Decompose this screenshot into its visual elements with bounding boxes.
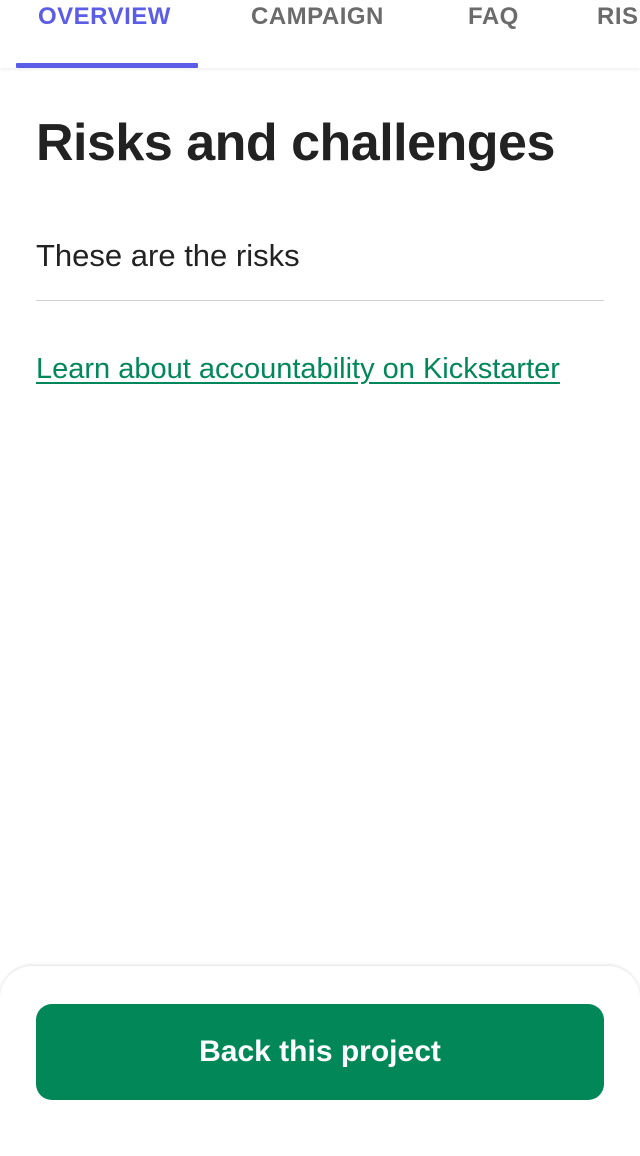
back-this-project-button[interactable]: Back this project <box>36 1004 604 1100</box>
tab-bar: OVERVIEW CAMPAIGN FAQ RIS <box>0 0 640 68</box>
page-title: Risks and challenges <box>36 114 555 172</box>
tab-campaign[interactable]: CAMPAIGN <box>251 0 384 64</box>
active-tab-indicator <box>16 63 198 68</box>
bottom-action-sheet: Back this project <box>0 966 640 1156</box>
tab-risks[interactable]: RIS <box>597 0 639 64</box>
accountability-link[interactable]: Learn about accountability on Kickstarte… <box>36 350 560 388</box>
risks-description: These are the risks <box>36 238 300 273</box>
tab-faq[interactable]: FAQ <box>468 0 519 64</box>
divider <box>36 300 604 301</box>
tab-overview[interactable]: OVERVIEW <box>38 0 171 64</box>
